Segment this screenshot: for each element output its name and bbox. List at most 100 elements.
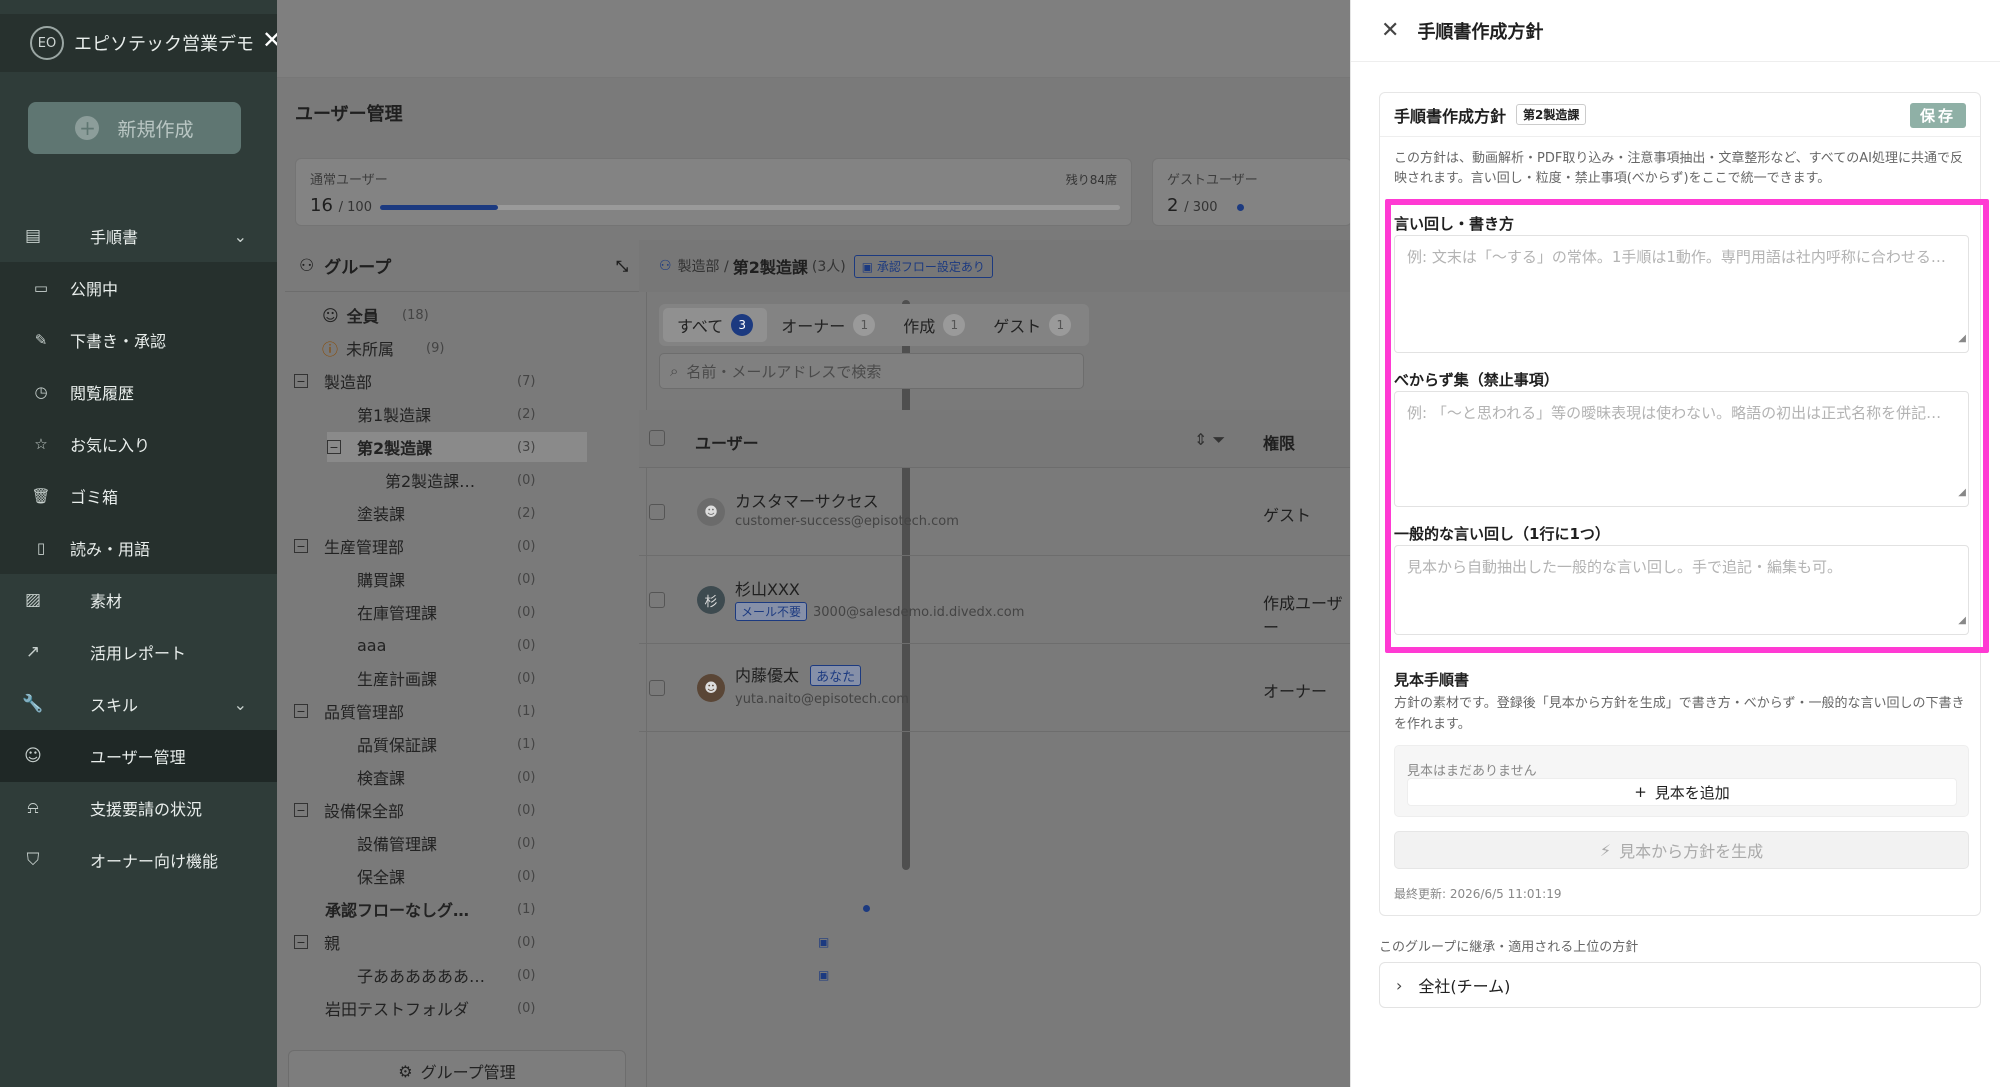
tree-label: 岩田テストフォルダ — [325, 1000, 470, 1019]
select-all-checkbox[interactable] — [649, 430, 665, 446]
tree-item-group[interactable]: 第1製造課 (2) — [357, 399, 535, 429]
tree-item-group[interactable]: 保全課 (0) — [357, 861, 535, 891]
column-role: 権限 — [1263, 434, 1296, 453]
resize-handle-icon[interactable]: ◢ — [1958, 608, 1966, 634]
tab-owner[interactable]: オーナー 1 — [767, 308, 889, 342]
breadcrumb: ⚇ 製造部 / 第2製造課 (3人) ▣ 承認フロー設定あり — [639, 240, 1350, 292]
group-panel-title: グループ — [324, 258, 392, 278]
sidebar-item-manuals[interactable]: ▤ 手順書 ⌄ — [0, 210, 277, 262]
inherited-policy-item[interactable]: › 全社(チーム) — [1379, 962, 1981, 1008]
sidebar-item-favorites[interactable]: ☆ お気に入り — [0, 418, 277, 470]
tree-item-all[interactable]: ☺ 全員 (18) — [322, 300, 429, 330]
row-checkbox[interactable] — [649, 680, 665, 696]
sidebar-item-user-management[interactable]: ☺ ユーザー管理 — [0, 730, 277, 782]
sidebar-item-label: 手順書 — [90, 228, 139, 247]
search-input[interactable]: ⌕ 名前・メールアドレスで検索 — [659, 353, 1084, 389]
collapse-icon[interactable]: ⤡ — [616, 257, 628, 275]
plus-icon: + — [75, 116, 100, 140]
sidebar-item-materials[interactable]: ▨ 素材 — [0, 574, 277, 626]
collapse-toggle-icon[interactable]: − — [294, 935, 308, 949]
tree-item-group[interactable]: 子ああああああ… (0) — [357, 960, 535, 990]
tree-item-group[interactable]: 生産計画課 (0) — [357, 663, 535, 693]
sidebar-item-trash[interactable]: 🗑 ゴミ箱 — [0, 470, 277, 522]
collapse-toggle-icon[interactable]: − — [327, 440, 341, 454]
tree-item-group[interactable]: 岩田テストフォルダ (0) — [325, 993, 535, 1023]
trash-icon: 🗑 — [31, 487, 51, 505]
resize-handle-icon[interactable]: ◢ — [1958, 326, 1966, 352]
quota-remaining: 残り84席 — [1065, 173, 1117, 187]
row-checkbox[interactable] — [649, 592, 665, 608]
new-create-button[interactable]: + 新規作成 — [28, 102, 241, 154]
tree-count: (2) — [517, 505, 536, 521]
user-email: 3000@salesdemo.id.divedx.com — [813, 605, 1025, 620]
collapse-toggle-icon[interactable]: − — [294, 704, 308, 718]
flow-badge[interactable]: ▣ 承認フロー設定あり — [853, 254, 993, 278]
tree-item-selected[interactable]: − 第2製造課 (3) — [327, 432, 587, 462]
sidebar-item-skills[interactable]: 🔧 スキル ⌄ — [0, 678, 277, 730]
tree-count: (0) — [517, 967, 536, 983]
tree-item-group[interactable]: 購買課 (0) — [357, 564, 535, 594]
collapse-toggle-icon[interactable]: − — [294, 539, 308, 553]
workspace-header[interactable]: EO エピソテック営業デモ — [0, 14, 295, 72]
table-row[interactable]: ☻ カスタマーサクセス customer-success@episotech.c… — [639, 468, 1350, 556]
save-button[interactable]: 保存 — [1909, 103, 1966, 128]
tree-count: (0) — [517, 868, 536, 884]
tab-count: 1 — [943, 314, 966, 336]
sidebar-item-history[interactable]: ◷ 閲覧履歴 — [0, 366, 277, 418]
new-create-label: 新規作成 — [117, 118, 194, 141]
sample-title: 見本手順書 — [1394, 671, 1470, 689]
tab-guest[interactable]: ゲスト 1 — [979, 308, 1085, 342]
tree-item-group[interactable]: − 品質管理部 (1) — [294, 696, 535, 726]
hierarchy-icon: ⚇ — [659, 258, 672, 274]
tree-item-group[interactable]: 品質保証課 (1) — [357, 729, 535, 759]
close-icon[interactable]: ✕ — [1381, 18, 1399, 43]
chevron-down-icon: ⌄ — [233, 226, 247, 246]
tree-item-group[interactable]: − 親 (0) — [294, 927, 535, 957]
tree-label: 生産計画課 — [357, 670, 438, 689]
collapse-toggle-icon[interactable]: − — [294, 374, 308, 388]
group-manage-button[interactable]: ⚙ グループ管理 — [288, 1050, 626, 1087]
prohibitions-textarea[interactable]: 例: 「〜と思われる」等の曖昧表現は使わない。略語の初出は正式名称を併記… ◢ — [1394, 391, 1969, 507]
tree-item-group[interactable]: − 製造部 (7) — [294, 366, 535, 396]
user-role: ゲスト — [1263, 506, 1312, 525]
tree-item-group[interactable]: 承認フローなしグ… (1) — [325, 894, 535, 924]
tree-item-group[interactable]: − 生産管理部 (0) — [294, 531, 535, 561]
tree-count: (7) — [517, 373, 536, 389]
tree-count: (0) — [517, 802, 536, 818]
tree-label: 製造部 — [324, 373, 373, 392]
sidebar-item-owner[interactable]: ⛉ オーナー向け機能 — [0, 834, 277, 886]
tab-all[interactable]: すべて 3 — [663, 308, 768, 342]
common-phrases-textarea[interactable]: 見本から自動抽出した一般的な言い回し。手で追記・編集も可。 ◢ — [1394, 545, 1969, 635]
sort-filter-icon[interactable]: ⇕ ⏷ — [1194, 430, 1225, 450]
sidebar-item-report[interactable]: ↗ 活用レポート — [0, 626, 277, 678]
user-role: オーナー — [1263, 682, 1328, 701]
table-row[interactable]: ☻ 内藤優太 あなた yuta.naito@episotech.com オーナー — [639, 644, 1350, 732]
resize-handle-icon[interactable]: ◢ — [1958, 480, 1966, 506]
phrasing-textarea[interactable]: 例: 文末は「〜する」の常体。1手順は1動作。専門用語は社内呼称に合わせる… ◢ — [1394, 235, 1969, 353]
tree-item-group[interactable]: 検査課 (0) — [357, 762, 535, 792]
tree-item-group[interactable]: aaa (0) — [357, 630, 535, 660]
sidebar-item-published[interactable]: ▭ 公開中 — [0, 262, 277, 314]
sidebar-item-label: 支援要請の状況 — [90, 800, 203, 819]
drawer-header: ✕ 手順書作成方針 — [1351, 0, 2000, 62]
sidebar-item-drafts[interactable]: ✎ 下書き・承認 — [0, 314, 277, 366]
user-panel: ⚇ 製造部 / 第2製造課 (3人) ▣ 承認フロー設定あり すべて 3 オーナー… — [639, 240, 1350, 1087]
sidebar-item-label: 閲覧履歴 — [70, 384, 135, 403]
row-checkbox[interactable] — [649, 504, 665, 520]
table-row[interactable]: 杉 杉山XXX メール不要 3000@salesdemo.id.divedx.co… — [639, 556, 1350, 644]
sidebar-item-support[interactable]: ⍾ 支援要請の状況 — [0, 782, 277, 834]
tab-label: オーナー — [781, 317, 846, 336]
tree-item-unassigned[interactable]: ⓘ 未所属 (9) — [322, 333, 444, 363]
tree-item-group[interactable]: 塗装課 (2) — [357, 498, 535, 528]
tab-creator[interactable]: 作成 1 — [889, 308, 979, 342]
tree-item-group[interactable]: 設備管理課 (0) — [357, 828, 535, 858]
generate-policy-button[interactable]: ⚡ 見本から方針を生成 — [1394, 831, 1969, 869]
sidebar-item-glossary[interactable]: ▯ 読み・用語 — [0, 522, 277, 574]
collapse-toggle-icon[interactable]: − — [294, 803, 308, 817]
add-sample-button[interactable]: + 見本を追加 — [1407, 778, 1957, 806]
tree-item-group[interactable]: 在庫管理課 (0) — [357, 597, 535, 627]
table-header: ユーザー ⇕ ⏷ 権限 — [639, 410, 1350, 468]
tree-item-group[interactable]: − 設備保全部 (0) — [294, 795, 535, 825]
breadcrumb-parent[interactable]: 製造部 / — [678, 256, 729, 276]
tree-item-group[interactable]: 第2製造課… (0) — [385, 465, 535, 495]
